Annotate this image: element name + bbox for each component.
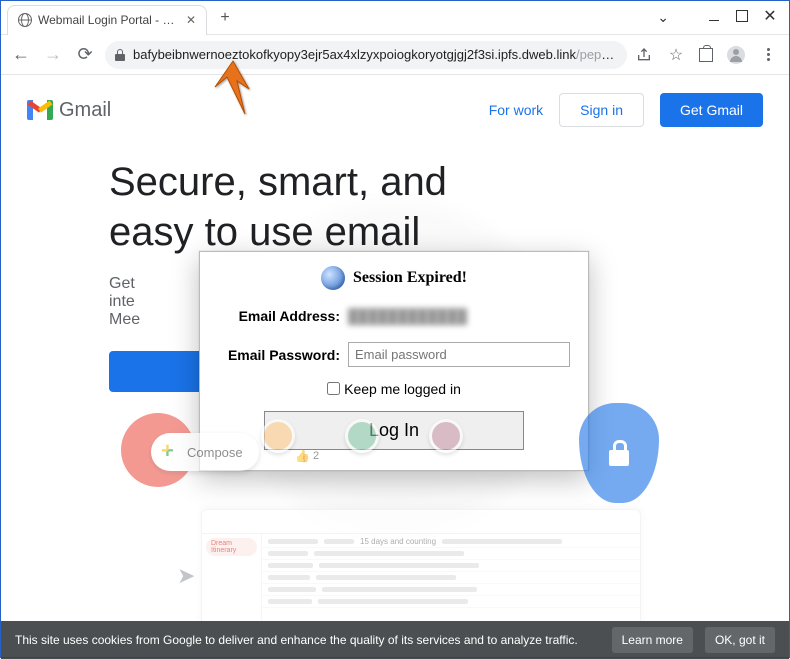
gmail-word: Gmail (59, 99, 111, 122)
get-gmail-button[interactable]: Get Gmail (660, 93, 763, 127)
lock-icon (115, 49, 125, 61)
extensions-icon[interactable] (699, 48, 713, 62)
tab-title: Webmail Login Portal - GMAIL (38, 13, 176, 27)
url-path: /pep4aux0.html?e=ma... (576, 47, 617, 62)
list-item (262, 572, 640, 584)
window-close-button[interactable]: ✕ (763, 9, 777, 23)
reaction-badge: 2 (295, 449, 319, 463)
email-row: Email Address: ████████████ (218, 308, 570, 324)
address-bar[interactable]: bafybeibnwernoeztokofkyopy3ejr5ax4xlzyxp… (105, 41, 627, 69)
back-button[interactable]: ← (9, 43, 33, 67)
illustration-mockups: Compose 2 ➤ Dream Itinerary 15 days and … (121, 419, 729, 619)
password-label: Email Password: (218, 347, 348, 363)
hero-title: Secure, smart, and easy to use email (109, 157, 529, 257)
globe-icon (321, 266, 345, 290)
avatar-illustration (345, 419, 379, 453)
toolbar-right-icons (635, 46, 781, 64)
sign-in-button[interactable]: Sign in (559, 93, 644, 127)
window-minimize-button[interactable] (707, 9, 721, 23)
cookie-banner: This site uses cookies from Google to de… (1, 621, 789, 659)
new-tab-button[interactable]: + (213, 6, 237, 30)
keep-logged-label[interactable]: Keep me logged in (327, 381, 461, 397)
password-input[interactable] (348, 342, 570, 367)
reload-button[interactable]: ⟳ (73, 43, 97, 67)
modal-title: Session Expired! (218, 266, 570, 290)
gmail-m-icon (27, 100, 53, 120)
list-item: 15 days and counting (262, 536, 640, 548)
email-value: ████████████ (348, 308, 570, 324)
cookie-ok-button[interactable]: OK, got it (705, 627, 775, 653)
keep-logged-row: Keep me logged in (218, 381, 570, 397)
cookie-text: This site uses cookies from Google to de… (15, 633, 600, 647)
list-item (262, 560, 640, 572)
gmail-logo[interactable]: Gmail (27, 99, 111, 122)
list-item (262, 596, 640, 608)
avatar-illustration (261, 419, 295, 453)
browser-tab[interactable]: Webmail Login Portal - GMAIL ✕ (7, 5, 207, 35)
browser-menu-icon[interactable] (759, 46, 777, 64)
profile-avatar-icon[interactable] (727, 46, 745, 64)
list-item (262, 548, 640, 560)
dream-label: Dream Itinerary (206, 538, 257, 556)
inbox-illustration: Dream Itinerary 15 days and counting (201, 509, 641, 629)
list-item (262, 584, 640, 596)
compose-button-illustration: Compose (151, 433, 259, 471)
globe-icon (18, 13, 32, 27)
share-icon[interactable] (635, 46, 653, 64)
plus-icon (161, 443, 179, 461)
url-text: bafybeibnwernoeztokofkyopy3ejr5ax4xlzyxp… (133, 47, 617, 62)
page-header: Gmail For work Sign in Get Gmail (1, 75, 789, 133)
avatar-illustration (429, 419, 463, 453)
cookie-learn-more-button[interactable]: Learn more (612, 627, 693, 653)
email-label: Email Address: (218, 308, 348, 324)
url-host: bafybeibnwernoeztokofkyopy3ejr5ax4xlzyxp… (133, 47, 576, 62)
window-controls: ✕ (699, 1, 785, 31)
window-maximize-button[interactable] (735, 9, 749, 23)
for-work-link[interactable]: For work (489, 102, 543, 118)
password-row: Email Password: (218, 342, 570, 367)
send-icon: ➤ (177, 563, 195, 589)
tab-close-icon[interactable]: ✕ (186, 13, 196, 27)
shield-illustration (579, 403, 659, 503)
page-content: pcr Gmail For work Sign in Get Gmail Sec… (1, 75, 789, 659)
keep-logged-checkbox[interactable] (327, 382, 340, 395)
bookmark-star-icon[interactable] (667, 46, 685, 64)
browser-toolbar: ← → ⟳ bafybeibnwernoeztokofkyopy3ejr5ax4… (1, 35, 789, 75)
browser-titlebar: Webmail Login Portal - GMAIL ✕ + ⌄ ✕ (1, 1, 789, 35)
tabs-dropdown-icon[interactable]: ⌄ (657, 9, 669, 26)
lock-icon (609, 440, 629, 466)
forward-button[interactable]: → (41, 43, 65, 67)
